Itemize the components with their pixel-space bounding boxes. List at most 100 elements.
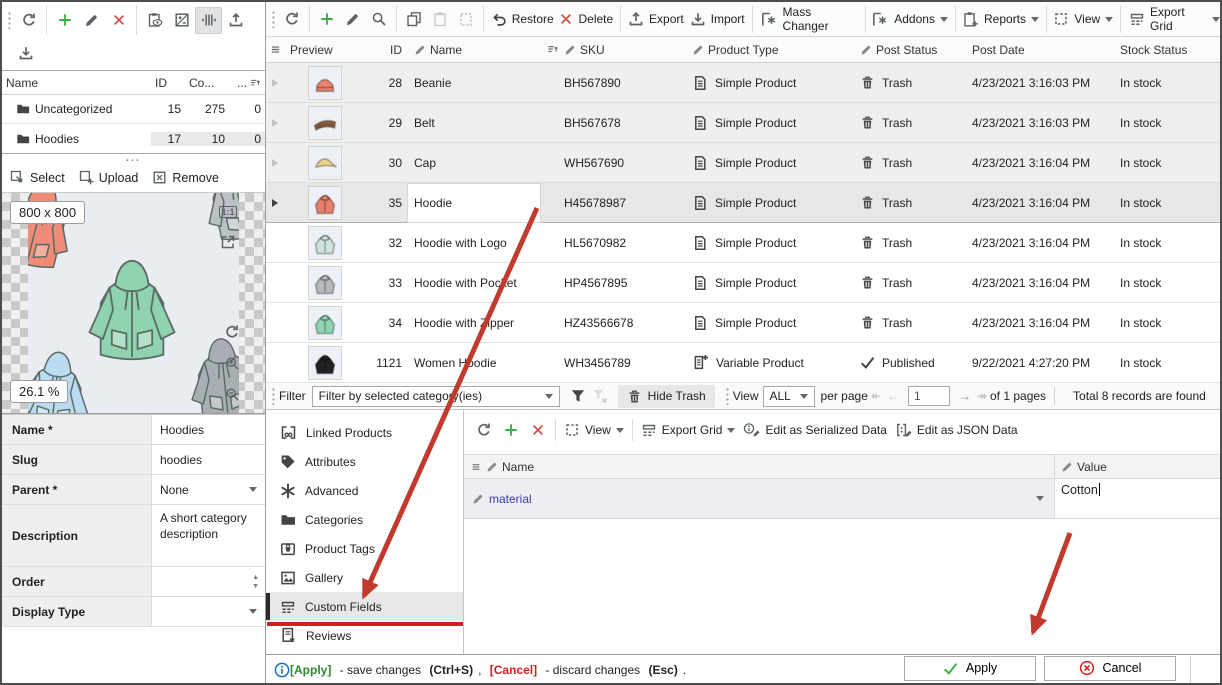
clear-filter-icon[interactable] <box>592 388 608 404</box>
cancel-button[interactable]: Cancel <box>1044 656 1176 681</box>
col-sku[interactable]: SKU <box>558 43 686 57</box>
product-row[interactable]: 33 Hoodie with Pocket HP4567895 Simple P… <box>266 263 1222 303</box>
import-categories-button[interactable] <box>12 40 39 67</box>
product-row[interactable]: 32 Hoodie with Logo HL5670982 Simple Pro… <box>266 223 1222 263</box>
slug-field[interactable]: hoodies <box>152 445 265 474</box>
description-field[interactable]: A short category description <box>152 505 265 566</box>
tree-header-count[interactable]: Co... <box>185 76 229 90</box>
tab-gallery[interactable]: Gallery <box>266 563 463 592</box>
refresh-products-button[interactable] <box>279 6 305 33</box>
reports-menu[interactable]: Reports <box>959 6 1041 33</box>
add-custom-field-button[interactable] <box>497 417 524 444</box>
export-grid-menu[interactable]: Export Grid <box>1125 6 1222 33</box>
col-field-value[interactable]: Value <box>1077 460 1107 474</box>
tree-header-name[interactable]: Name <box>2 76 151 90</box>
edit-serialized-button[interactable]: Edit as Serialized Data <box>739 417 890 444</box>
parent-select[interactable]: None <box>152 475 265 504</box>
tree-header-extra[interactable]: ... <box>229 76 265 90</box>
product-row[interactable]: 30 Cap WH567690 Simple Product Trash 4/2… <box>266 143 1222 183</box>
prev-page-button[interactable]: ← <box>887 389 899 403</box>
burger-icon[interactable] <box>470 461 482 473</box>
burger-icon[interactable] <box>269 43 282 56</box>
tab-advanced[interactable]: Advanced <box>266 476 463 505</box>
mass-changer-button[interactable]: Mass Changer <box>757 6 861 33</box>
name-cell-editing[interactable]: Hoodie <box>408 184 540 222</box>
rotate-image-button[interactable] <box>221 321 243 343</box>
tree-resize-handle[interactable]: ... <box>2 154 265 163</box>
export-button[interactable]: Export <box>625 6 687 33</box>
first-page-button[interactable]: ↞ <box>871 389 881 403</box>
order-stepper[interactable]: ▲▼ <box>152 567 265 596</box>
spinner-arrows-icon[interactable]: ▲▼ <box>252 574 259 590</box>
col-field-name[interactable]: Name <box>502 460 534 474</box>
next-page-button[interactable]: → <box>959 389 971 403</box>
split-view-button[interactable] <box>195 7 222 34</box>
custom-field-row[interactable]: material Cotton <box>464 479 1222 519</box>
custom-field-value-editor[interactable]: Cotton <box>1054 479 1222 518</box>
remove-image-button[interactable]: Remove <box>152 170 219 185</box>
image-adjust-button[interactable] <box>168 7 195 34</box>
category-row-uncategorized[interactable]: Uncategorized 15 275 0 <box>2 95 265 124</box>
addons-menu[interactable]: Addons <box>870 6 951 33</box>
product-row-current[interactable]: 35 Hoodie H45678987 Simple Product Trash… <box>266 183 1222 223</box>
restore-button[interactable]: Restore <box>488 6 557 33</box>
delete-category-button[interactable] <box>105 7 132 34</box>
product-row[interactable]: 1121 Women Hoodie WH3456789 Variable Pro… <box>266 343 1222 383</box>
tab-categories[interactable]: Categories <box>266 505 463 534</box>
refresh-custom-fields-button[interactable] <box>470 417 497 444</box>
filter-select[interactable]: Filter by selected category(ies) <box>312 386 560 407</box>
import-button[interactable]: Import <box>687 6 748 33</box>
col-preview[interactable]: Preview <box>284 43 366 57</box>
custom-field-name-cell[interactable]: material <box>464 479 1054 518</box>
toolbar-drag-handle[interactable] <box>271 387 276 405</box>
add-category-button[interactable] <box>51 7 78 34</box>
col-id[interactable]: ID <box>366 43 408 57</box>
product-row[interactable]: 28 Beanie BH567890 Simple Product Trash … <box>266 63 1222 103</box>
category-image-preview[interactable]: 800 x 800 26.1 % 1:1 <box>2 193 265 414</box>
last-page-button[interactable]: ↠ <box>977 389 987 403</box>
zoom-out-button[interactable] <box>221 383 243 405</box>
export-categories-button[interactable] <box>222 7 249 34</box>
select-image-button[interactable]: Select <box>10 170 65 185</box>
apply-button[interactable]: Apply <box>904 656 1036 681</box>
open-external-button[interactable] <box>217 231 239 253</box>
paste-special-button[interactable] <box>453 6 479 33</box>
tree-header-id[interactable]: ID <box>151 76 185 90</box>
display-type-select[interactable] <box>152 597 265 626</box>
paste-button[interactable] <box>427 6 453 33</box>
refresh-button[interactable] <box>15 7 42 34</box>
toolbar-drag-handle[interactable] <box>7 11 12 29</box>
custom-fields-export-grid-menu[interactable]: Export Grid <box>637 417 740 444</box>
search-button[interactable] <box>366 6 392 33</box>
edit-json-button[interactable]: Edit as JSON Data <box>891 417 1022 444</box>
tab-reviews[interactable]: Reviews <box>266 621 463 650</box>
toolbar-drag-handle[interactable] <box>725 387 730 405</box>
tab-attributes[interactable]: Attributes <box>266 447 463 476</box>
delete-button[interactable]: Delete <box>557 6 617 33</box>
toolbar-drag-handle[interactable] <box>271 10 276 28</box>
col-post-date[interactable]: Post Date <box>966 43 1114 57</box>
col-sort[interactable] <box>540 43 558 56</box>
copy-button[interactable] <box>401 6 427 33</box>
per-page-select[interactable]: ALL <box>763 386 815 407</box>
col-stock-status[interactable]: Stock Status <box>1114 43 1222 57</box>
category-row-hoodies[interactable]: Hoodies 17 10 0 <box>2 124 265 153</box>
tab-product-tags[interactable]: Product Tags <box>266 534 463 563</box>
product-row[interactable]: 29 Belt BH567678 Simple Product Trash 4/… <box>266 103 1222 143</box>
fit-1-1-button[interactable]: 1:1 <box>217 201 239 223</box>
apply-filter-icon[interactable] <box>570 388 586 404</box>
page-number-input[interactable] <box>908 386 950 406</box>
edit-product-button[interactable] <box>340 6 366 33</box>
tab-custom-fields[interactable]: Custom Fields <box>266 592 463 621</box>
product-row[interactable]: 34 Hoodie with Zipper HZ43566678 Simple … <box>266 303 1222 343</box>
delete-custom-field-button[interactable] <box>524 417 551 444</box>
preview-clipboard-button[interactable] <box>141 7 168 34</box>
col-post-status[interactable]: Post Status <box>854 43 966 57</box>
hide-trash-toggle[interactable]: Hide Trash <box>618 385 715 408</box>
name-field[interactable]: Hoodies <box>152 415 265 444</box>
col-product-type[interactable]: Product Type <box>686 43 854 57</box>
custom-fields-view-menu[interactable]: View <box>560 417 628 444</box>
upload-image-button[interactable]: Upload <box>79 170 139 185</box>
edit-category-button[interactable] <box>78 7 105 34</box>
col-name[interactable]: Name <box>408 43 540 57</box>
